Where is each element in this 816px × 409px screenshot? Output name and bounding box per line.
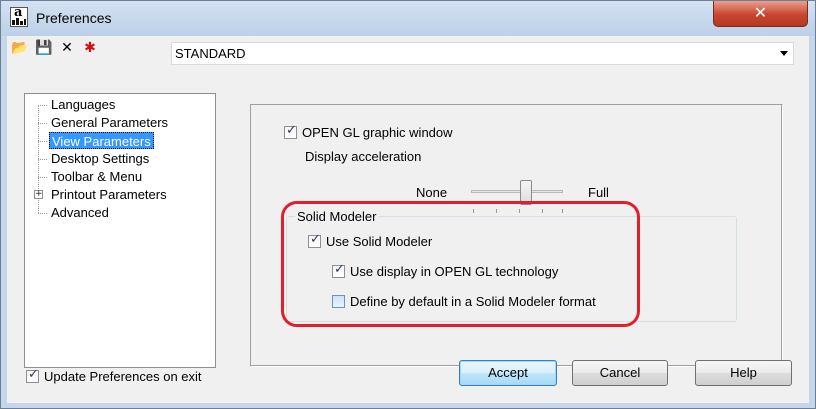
close-button[interactable]: ✕: [713, 1, 808, 27]
opengl-checkbox[interactable]: ✓: [284, 123, 297, 139]
acceleration-slider-track[interactable]: [471, 190, 563, 193]
tree-connector: [38, 159, 47, 160]
tree-item-toolbar-menu[interactable]: Toolbar & Menu: [49, 168, 144, 185]
tree-item-printout-parameters[interactable]: Printout Parameters: [49, 186, 169, 203]
slider-max-label: Full: [588, 185, 609, 200]
display-acceleration-label: Display acceleration: [305, 149, 422, 164]
slider-min-label: None: [416, 185, 448, 200]
accept-button[interactable]: Accept: [459, 360, 557, 386]
tree-item-languages[interactable]: Languages: [49, 96, 117, 113]
close-icon: ✕: [753, 3, 768, 22]
opengl-label: OPEN GL graphic window: [302, 125, 453, 140]
preferences-window: a Preferences ✕ 📂 💾 ✕ ✱ STANDARD + Langu…: [0, 0, 816, 409]
help-button[interactable]: Help: [695, 360, 792, 386]
tree-item-desktop-settings[interactable]: Desktop Settings: [49, 150, 151, 167]
delete-icon[interactable]: ✕: [58, 40, 76, 56]
tree-connector: [38, 105, 47, 106]
window-title: Preferences: [36, 10, 112, 26]
highlight-ring: [281, 201, 640, 327]
app-icon: a: [10, 5, 28, 27]
tree-connector: [38, 213, 47, 214]
tree-item-general-parameters[interactable]: General Parameters: [49, 114, 170, 131]
checkmark-icon: ✓: [28, 367, 39, 382]
tree-item-view-parameters[interactable]: View Parameters: [49, 132, 154, 149]
update-on-exit-label: Update Preferences on exit: [44, 369, 202, 384]
expand-icon[interactable]: +: [34, 190, 43, 199]
chevron-down-icon[interactable]: [780, 51, 788, 56]
tree-item-advanced[interactable]: Advanced: [49, 204, 111, 221]
tree-connector: [38, 141, 47, 142]
preferences-tree[interactable]: + Languages General Parameters View Para…: [24, 93, 216, 368]
tree-connector: [38, 177, 47, 178]
checkmark-icon: ✓: [286, 123, 297, 138]
cancel-button[interactable]: Cancel: [572, 360, 668, 386]
profile-select[interactable]: STANDARD: [171, 42, 794, 65]
title-bar[interactable]: a Preferences ✕: [1, 1, 815, 36]
open-folder-icon[interactable]: 📂: [11, 40, 29, 56]
dialog-client-area: 📂 💾 ✕ ✱ STANDARD + Languages General Par…: [7, 36, 809, 403]
profile-select-value: STANDARD: [175, 46, 246, 61]
tree-connector: [38, 123, 47, 124]
save-icon[interactable]: 💾: [35, 40, 53, 56]
update-on-exit-checkbox[interactable]: ✓: [26, 367, 39, 383]
new-star-icon[interactable]: ✱: [81, 40, 99, 56]
